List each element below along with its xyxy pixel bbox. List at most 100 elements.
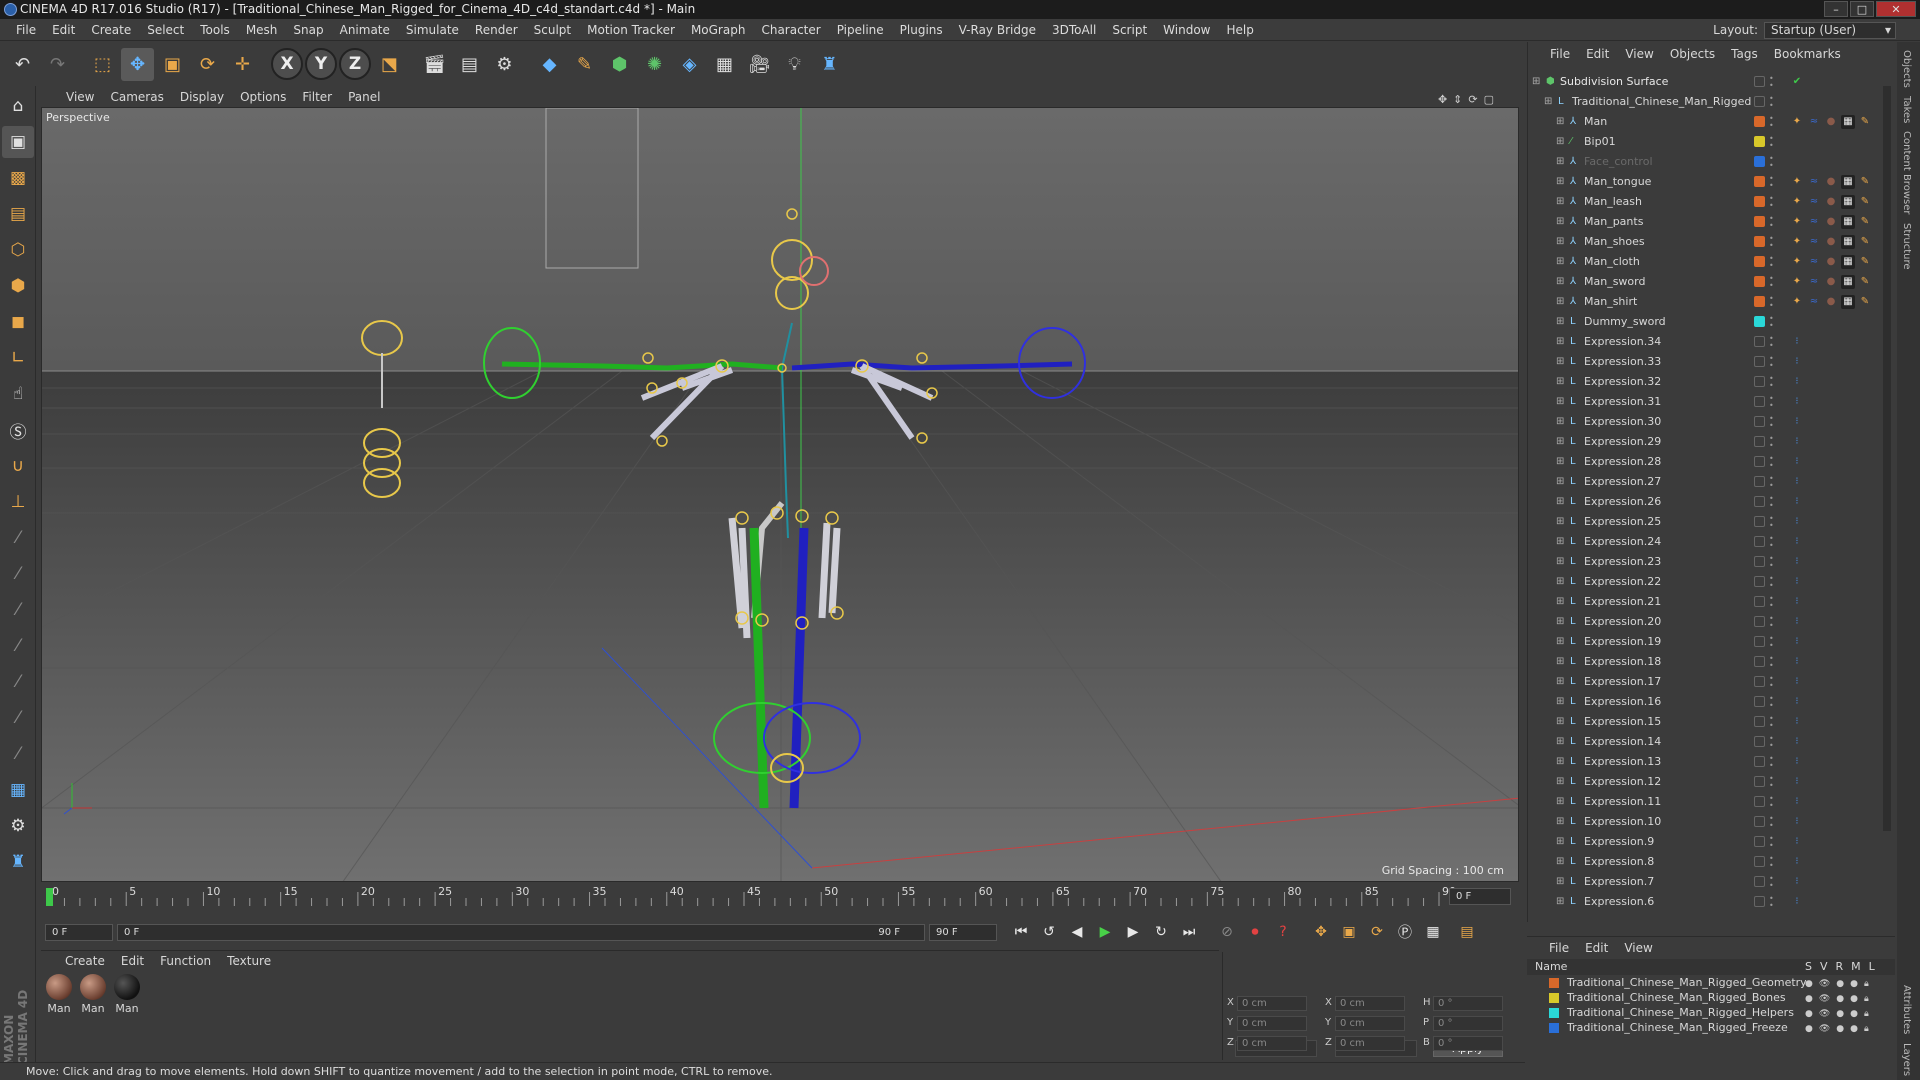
visibility-dots[interactable]: • • <box>1769 815 1775 830</box>
layer-color-swatch[interactable] <box>1754 656 1765 667</box>
weights-icon[interactable]: ⚙ <box>2 810 34 842</box>
visibility-dots[interactable]: • • <box>1769 435 1775 450</box>
close-button[interactable]: ✕ <box>1876 1 1916 17</box>
expand-toggle-icon[interactable]: ⊞ <box>1556 417 1566 427</box>
object-row-man-tongue[interactable]: ⊞ ⅄ Man_tongue • • ✦ ≈ ● ▦ ✎ <box>1528 172 1896 192</box>
move-tool-icon[interactable]: ✥ <box>121 47 154 81</box>
layer-color-swatch[interactable] <box>1754 576 1765 587</box>
layer-color-swatch[interactable] <box>1754 536 1765 547</box>
menu-sculpt[interactable]: Sculpt <box>526 19 579 40</box>
tag-icon[interactable]: ⁝ <box>1790 395 1804 409</box>
layer-color-swatch[interactable] <box>1754 556 1765 567</box>
layer-color-swatch[interactable] <box>1754 876 1765 887</box>
object-row-expression-16[interactable]: ⊞ L Expression.16 • • ⁝ <box>1528 692 1896 712</box>
viewport-menu-filter[interactable]: Filter <box>302 87 332 107</box>
expand-toggle-icon[interactable]: ⊞ <box>1556 777 1566 787</box>
expand-toggle-icon[interactable]: ⊞ <box>1556 597 1566 607</box>
tag-icon[interactable]: ▦ <box>1841 175 1855 189</box>
expand-toggle-icon[interactable]: ⊞ <box>1556 237 1566 247</box>
visibility-dots[interactable]: • • <box>1769 355 1775 370</box>
object-row-expression-33[interactable]: ⊞ L Expression.33 • • ⁝ <box>1528 352 1896 372</box>
menu-3dtoall[interactable]: 3DToAll <box>1044 19 1104 40</box>
tag-icon[interactable]: ✦ <box>1790 215 1804 229</box>
expand-toggle-icon[interactable]: ⊞ <box>1556 457 1566 467</box>
frame-range-slider[interactable]: 0 F 90 F <box>117 923 925 941</box>
tag-icon[interactable]: ≈ <box>1807 175 1821 189</box>
end-frame-field[interactable]: 90 F <box>929 923 997 941</box>
previous-frame-icon[interactable]: ◀ <box>1065 920 1089 944</box>
tag-icon[interactable]: ⁝ <box>1790 795 1804 809</box>
tag-icon[interactable]: ● <box>1824 255 1838 269</box>
visible-icon[interactable]: 👁︎ <box>1819 1022 1830 1037</box>
expand-toggle-icon[interactable]: ⊞ <box>1556 877 1566 887</box>
layer-color-swatch[interactable] <box>1549 1023 1559 1033</box>
undo-icon[interactable]: ↶ <box>6 48 39 81</box>
expand-toggle-icon[interactable]: ⊞ <box>1556 837 1566 847</box>
layer-color-swatch[interactable] <box>1754 156 1765 167</box>
menu-character[interactable]: Character <box>753 19 828 40</box>
layer-color-swatch[interactable] <box>1754 856 1765 867</box>
tag-icon[interactable]: ▦ <box>1841 235 1855 249</box>
visibility-dots[interactable]: • • <box>1769 895 1775 910</box>
layer-color-swatch[interactable] <box>1754 816 1765 827</box>
layer-color-swatch[interactable] <box>1754 516 1765 527</box>
tag-icon[interactable]: ✦ <box>1790 195 1804 209</box>
go-to-end-icon[interactable]: ⏭ <box>1177 920 1201 944</box>
visibility-dots[interactable]: • • <box>1769 775 1775 790</box>
visibility-dots[interactable]: • • <box>1769 535 1775 550</box>
menu-v-ray-bridge[interactable]: V-Ray Bridge <box>951 19 1044 40</box>
layer-color-swatch[interactable] <box>1549 993 1559 1003</box>
record-keys-icon[interactable]: ⏺ <box>1243 920 1267 944</box>
expand-toggle-icon[interactable]: ⊞ <box>1556 257 1566 267</box>
object-row-expression-26[interactable]: ⊞ L Expression.26 • • ⁝ <box>1528 492 1896 512</box>
material-item[interactable]: Man <box>113 974 141 1056</box>
object-row-expression-20[interactable]: ⊞ L Expression.20 • • ⁝ <box>1528 612 1896 632</box>
play-forward-icon[interactable]: ▶ <box>1093 920 1117 944</box>
tag-icon[interactable]: ⁝ <box>1790 855 1804 869</box>
layer-color-swatch[interactable] <box>1754 176 1765 187</box>
visibility-dots[interactable]: • • <box>1769 155 1775 170</box>
object-row-expression-14[interactable]: ⊞ L Expression.14 • • ⁝ <box>1528 732 1896 752</box>
object-row-expression-32[interactable]: ⊞ L Expression.32 • • ⁝ <box>1528 372 1896 392</box>
expand-toggle-icon[interactable]: ⊞ <box>1556 697 1566 707</box>
expand-toggle-icon[interactable]: ⊞ <box>1556 537 1566 547</box>
python-icon[interactable]: ♜ <box>813 48 846 81</box>
viewport-menu-cameras[interactable]: Cameras <box>110 87 163 107</box>
render-picture-viewer-icon[interactable]: ▤ <box>453 48 486 81</box>
side-tab-layers[interactable]: Layers <box>1901 1043 1912 1076</box>
menu-animate[interactable]: Animate <box>332 19 398 40</box>
viewport-menu-panel[interactable]: Panel <box>348 87 380 107</box>
tag-icon[interactable]: ⁝ <box>1790 755 1804 769</box>
layer-row[interactable]: Traditional_Chinese_Man_Rigged_Helpers ● 👁… <box>1527 1005 1895 1020</box>
layer-color-swatch[interactable] <box>1754 456 1765 467</box>
sculpt-brush-7-icon[interactable]: ⁄ <box>2 738 34 770</box>
object-row-expression-31[interactable]: ⊞ L Expression.31 • • ⁝ <box>1528 392 1896 412</box>
layer-color-swatch[interactable] <box>1754 596 1765 607</box>
object-menu-file[interactable]: File <box>1550 42 1570 66</box>
tag-icon[interactable]: ⁝ <box>1790 575 1804 589</box>
tag-icon[interactable]: ✎ <box>1858 215 1872 229</box>
light-icon[interactable]: 💡︎ <box>778 48 811 81</box>
cloner-icon[interactable]: ✺ <box>638 48 671 81</box>
layer-color-swatch[interactable] <box>1754 416 1765 427</box>
object-row-expression-13[interactable]: ⊞ L Expression.13 • • ⁝ <box>1528 752 1896 772</box>
expand-toggle-icon[interactable]: ⊞ <box>1556 217 1566 227</box>
visibility-dots[interactable]: • • <box>1769 795 1775 810</box>
visibility-dots[interactable]: • • <box>1769 655 1775 670</box>
object-row-expression-11[interactable]: ⊞ L Expression.11 • • ⁝ <box>1528 792 1896 812</box>
layer-color-swatch[interactable] <box>1754 776 1765 787</box>
visibility-dots[interactable]: • • <box>1769 575 1775 590</box>
tag-icon[interactable]: ▦ <box>1841 275 1855 289</box>
layer-color-swatch[interactable] <box>1754 636 1765 647</box>
expand-toggle-icon[interactable]: ⊞ <box>1556 717 1566 727</box>
visibility-dots[interactable]: • • <box>1769 615 1775 630</box>
cube-primitive-icon[interactable]: ◆ <box>533 48 566 81</box>
expand-toggle-icon[interactable]: ⊞ <box>1544 97 1554 107</box>
coord-rotation-field[interactable]: 0 ° <box>1433 1016 1503 1031</box>
key-pla-icon[interactable]: ▦ <box>1421 920 1445 944</box>
object-row-expression-27[interactable]: ⊞ L Expression.27 • • ⁝ <box>1528 472 1896 492</box>
layer-color-swatch[interactable] <box>1549 1008 1559 1018</box>
object-row-dummy-sword[interactable]: ⊞ L Dummy_sword • • <box>1528 312 1896 332</box>
layer-color-swatch[interactable] <box>1754 276 1765 287</box>
live-selection-icon[interactable]: ⬚ <box>86 48 119 81</box>
